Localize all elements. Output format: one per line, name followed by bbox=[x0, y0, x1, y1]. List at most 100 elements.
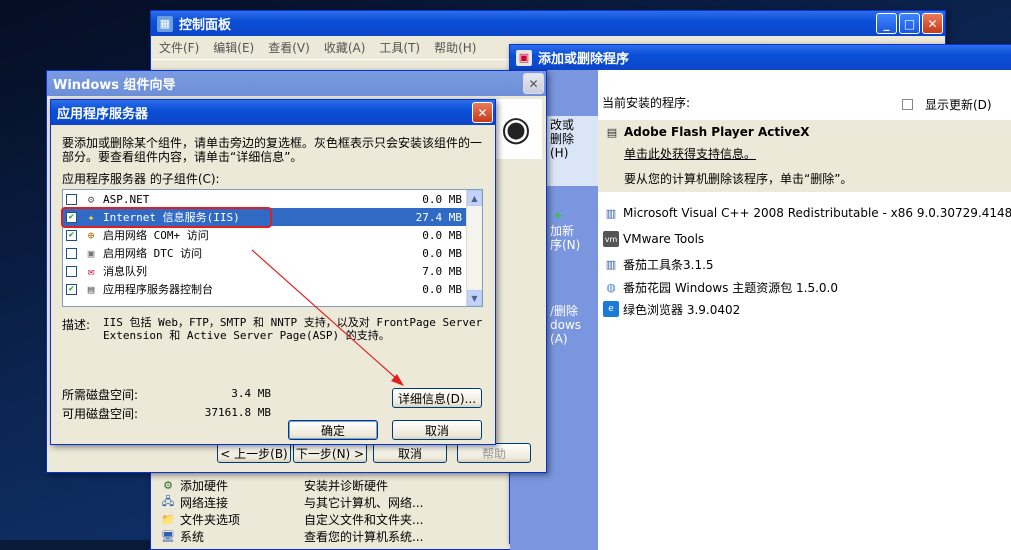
control-panel-titlebar[interactable]: ▦ 控制面板 _ □ ✕ bbox=[151, 11, 945, 36]
required-space-value: 3.4 MB bbox=[231, 387, 271, 400]
wizard-titlebar[interactable]: Windows 组件向导 ✕ bbox=[47, 71, 546, 96]
program-item[interactable]: ▥ Microsoft Visual C++ 2008 Redistributa… bbox=[600, 200, 1011, 226]
wizard-help-button[interactable]: 帮助 bbox=[457, 443, 531, 463]
add-hardware-icon: ⚙ bbox=[163, 479, 173, 492]
add-remove-programs-window: ▣ 添加或删除程序 改或 删除 (H) + 加新 序(N) /删除 dows (… bbox=[509, 44, 1011, 550]
menu-view[interactable]: 查看(V) bbox=[268, 39, 310, 56]
show-updates-label: 显示更新(D) bbox=[925, 98, 992, 112]
item-desc: 自定义文件和文件夹... bbox=[304, 513, 424, 527]
add-remove-title: 添加或删除程序 bbox=[538, 52, 630, 67]
wizard-close-button[interactable]: ✕ bbox=[523, 73, 544, 94]
dialog-intro: 要添加或删除某个组件，请单击旁边的复选框。灰色框表示只会安装该组件的一部分。要查… bbox=[62, 136, 483, 164]
program-item[interactable]: e 绿色浏览器 3.9.0402 bbox=[600, 298, 1011, 320]
theme-pack-icon: ◍ bbox=[606, 280, 616, 294]
component-row[interactable]: ⚙ ASP.NET 0.0 MB bbox=[63, 190, 466, 208]
component-row[interactable]: ✔ ⊕ 启用网络 COM+ 访问 0.0 MB bbox=[63, 226, 466, 244]
item-desc: 查看您的计算机系统... bbox=[304, 530, 424, 544]
close-button[interactable]: ✕ bbox=[922, 13, 943, 34]
list-item[interactable]: 🖧 网络连接 与其它计算机、网络... bbox=[157, 494, 517, 511]
component-row[interactable]: ✔ ▤ 应用程序服务器控制台 0.0 MB bbox=[63, 280, 466, 298]
minimize-button[interactable]: _ bbox=[876, 13, 897, 34]
component-list-scrollbar[interactable]: ▲ ▼ bbox=[466, 190, 482, 306]
item-name: 网络连接 bbox=[180, 496, 229, 510]
item-name: 系统 bbox=[180, 530, 205, 544]
wizard-title: Windows 组件向导 bbox=[53, 78, 176, 93]
wizard-back-button[interactable]: < 上一步(B) bbox=[217, 443, 291, 463]
component-row[interactable]: ▣ 启用网络 DTC 访问 0.0 MB bbox=[63, 244, 466, 262]
support-info-link[interactable]: 单击此处获得支持信息。 bbox=[624, 145, 1011, 162]
maximize-button[interactable]: □ bbox=[899, 13, 920, 34]
wizard-next-button[interactable]: 下一步(N) > bbox=[293, 443, 367, 463]
menu-edit[interactable]: 编辑(E) bbox=[213, 39, 254, 56]
item-name: 添加硬件 bbox=[180, 479, 229, 493]
network-icon: 🖧 bbox=[161, 495, 175, 508]
control-panel-title: 控制面板 bbox=[179, 18, 232, 33]
required-space-label: 所需磁盘空间: bbox=[62, 388, 139, 402]
menu-favorites[interactable]: 收藏(A) bbox=[324, 39, 366, 56]
add-remove-titlebar[interactable]: ▣ 添加或删除程序 bbox=[510, 45, 1011, 70]
dialog-title: 应用程序服务器 bbox=[57, 107, 149, 122]
menu-file[interactable]: 文件(F) bbox=[159, 39, 199, 56]
sidebar-add-new[interactable]: + 加新 序(N) bbox=[546, 206, 598, 256]
dialog-close-button[interactable]: ✕ bbox=[472, 102, 493, 123]
browser-icon: e bbox=[603, 301, 619, 317]
program-item[interactable]: vm VMware Tools bbox=[600, 226, 1011, 252]
component-checkbox[interactable] bbox=[66, 265, 77, 277]
cd-box-icon: ◉ bbox=[501, 109, 531, 149]
show-updates-option[interactable]: 显示更新(D) bbox=[902, 96, 992, 113]
system-icon: 🖥 bbox=[161, 530, 175, 543]
cancel-button[interactable]: 取消 bbox=[392, 420, 482, 440]
list-item[interactable]: ⚙ 添加硬件 安装并诊断硬件 bbox=[157, 477, 517, 494]
scroll-down-arrow[interactable]: ▼ bbox=[467, 290, 482, 306]
item-desc: 安装并诊断硬件 bbox=[304, 479, 389, 493]
folder-options-icon: 📁 bbox=[161, 513, 175, 526]
vmware-icon: vm bbox=[603, 231, 619, 247]
control-panel-icon: ▦ bbox=[157, 15, 173, 32]
com-plus-icon: ⊕ bbox=[87, 228, 95, 242]
add-remove-main: 当前安装的程序: 显示更新(D) ▤ Adobe Flash Player Ac… bbox=[598, 70, 1011, 550]
description-label: 描述: bbox=[62, 318, 91, 332]
program-list: ▥ Microsoft Visual C++ 2008 Redistributa… bbox=[600, 200, 1011, 320]
installer-icon: ▥ bbox=[605, 206, 617, 220]
program-item[interactable]: ◍ 番茄花园 Windows 主题资源包 1.5.0.0 bbox=[600, 276, 1011, 298]
dtc-icon: ▣ bbox=[87, 246, 95, 260]
description-text: IIS 包括 Web，FTP，SMTP 和 NNTP 支持，以及对 FrontP… bbox=[103, 316, 483, 342]
available-space-label: 可用磁盘空间: bbox=[62, 407, 139, 421]
component-row[interactable]: ✉ 消息队列 7.0 MB bbox=[63, 262, 466, 280]
item-name: 文件夹选项 bbox=[180, 513, 241, 527]
component-checkbox[interactable]: ✔ bbox=[66, 283, 77, 295]
component-checkbox[interactable]: ✔ bbox=[66, 229, 77, 241]
flash-player-icon: ▤ bbox=[606, 125, 618, 139]
dialog-titlebar[interactable]: 应用程序服务器 ✕ bbox=[51, 100, 495, 125]
add-new-program-icon: + bbox=[553, 209, 563, 222]
component-checkbox[interactable] bbox=[66, 247, 77, 259]
message-queue-icon: ✉ bbox=[87, 264, 95, 278]
menu-help[interactable]: 帮助(H) bbox=[434, 39, 476, 56]
add-remove-icon: ▣ bbox=[516, 49, 532, 66]
menu-tools[interactable]: 工具(T) bbox=[379, 39, 420, 56]
scroll-up-arrow[interactable]: ▲ bbox=[467, 190, 482, 206]
wizard-image-panel: ◉ bbox=[490, 99, 542, 159]
installed-programs-label: 当前安装的程序: bbox=[602, 96, 691, 110]
details-button[interactable]: 详细信息(D)... bbox=[392, 388, 482, 408]
subcomponents-label: 应用程序服务器 的子组件(C): bbox=[62, 172, 220, 186]
control-panel-list: ⚙ 添加硬件 安装并诊断硬件 🖧 网络连接 与其它计算机、网络... 📁 文件夹… bbox=[157, 477, 517, 545]
list-item[interactable]: 🖥 系统 查看您的计算机系统... bbox=[157, 528, 517, 545]
show-updates-checkbox[interactable] bbox=[902, 99, 913, 110]
available-space-value: 37161.8 MB bbox=[204, 406, 271, 419]
sidebar-windows-components[interactable]: /删除 dows (A) bbox=[546, 302, 598, 362]
selected-program-name: Adobe Flash Player ActiveX bbox=[624, 125, 810, 139]
component-checkbox[interactable] bbox=[66, 193, 77, 205]
server-console-icon: ▤ bbox=[87, 282, 95, 296]
highlight-box bbox=[61, 207, 272, 228]
item-desc: 与其它计算机、网络... bbox=[304, 496, 424, 510]
program-item[interactable]: ▥ 番茄工具条3.1.5 bbox=[600, 252, 1011, 276]
list-item[interactable]: 📁 文件夹选项 自定义文件和文件夹... bbox=[157, 511, 517, 528]
remove-hint: 要从您的计算机删除该程序，单击“删除”。 bbox=[624, 172, 853, 186]
sidebar-change-remove[interactable]: 改或 删除 (H) bbox=[546, 116, 598, 186]
aspnet-icon: ⚙ bbox=[87, 192, 95, 206]
ok-button[interactable]: 确定 bbox=[288, 420, 378, 440]
selected-program[interactable]: ▤ Adobe Flash Player ActiveX 单击此处获得支持信息。… bbox=[598, 120, 1011, 192]
wizard-cancel-button[interactable]: 取消 bbox=[373, 443, 447, 463]
installer-icon: ▥ bbox=[605, 257, 617, 271]
